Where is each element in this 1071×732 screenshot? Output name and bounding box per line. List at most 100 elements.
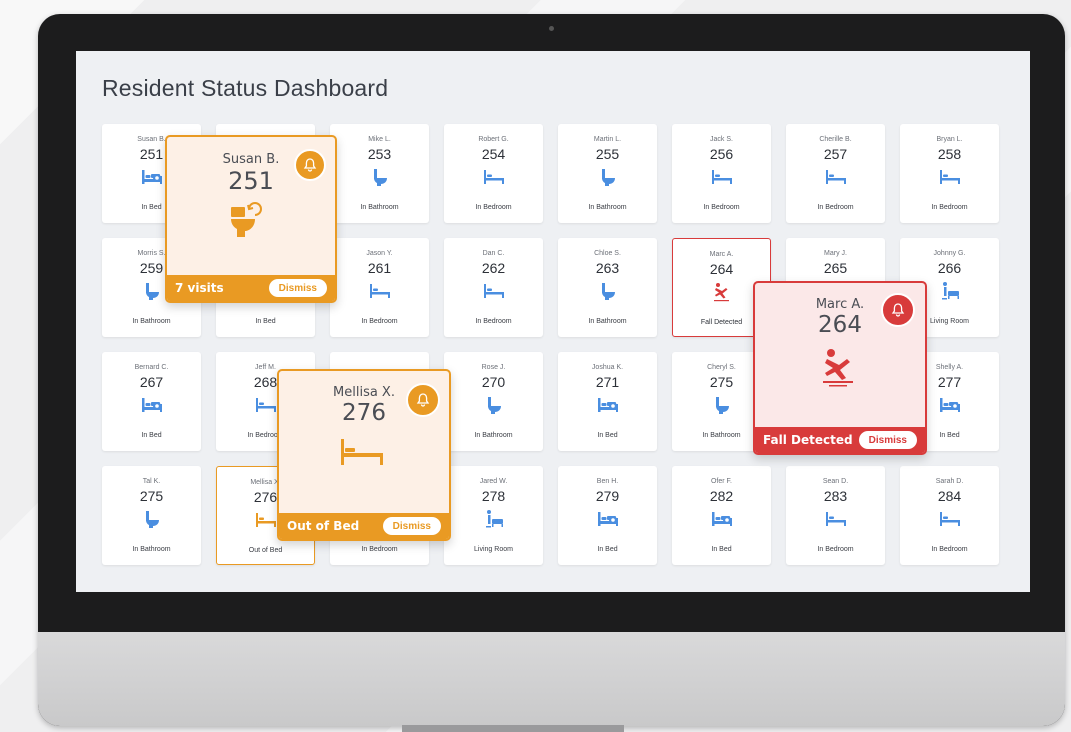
- status-label: In Bedroom: [361, 546, 398, 553]
- status-label: In Bedroom: [931, 204, 968, 211]
- status-label: In Bathroom: [588, 204, 627, 211]
- resident-name: Jared W.: [479, 478, 508, 485]
- alert-popup-mellisa[interactable]: Mellisa X. 276 Out of Bed Dismiss: [277, 369, 451, 541]
- bedroom-icon: [444, 167, 543, 187]
- bell-icon[interactable]: [406, 383, 440, 417]
- monitor-stand: [402, 725, 624, 732]
- resident-card[interactable]: Sean D. 283 In Bedroom: [786, 466, 885, 565]
- resident-card[interactable]: Ben H. 279 In Bed: [558, 466, 657, 565]
- room-number: 282: [709, 488, 734, 504]
- status-label: In Bathroom: [474, 432, 513, 439]
- dismiss-button[interactable]: Dismiss: [268, 279, 327, 297]
- resident-name: Johnny G.: [933, 250, 966, 257]
- resident-card[interactable]: Jason Y. 261 In Bedroom: [330, 238, 429, 337]
- status-label: In Bathroom: [588, 318, 627, 325]
- resident-card[interactable]: Chloe S. 263 In Bathroom: [558, 238, 657, 337]
- popup-footer: Fall Detected Dismiss: [755, 427, 925, 453]
- resident-card[interactable]: Rose J. 270 In Bathroom: [444, 352, 543, 451]
- room-number: 279: [595, 488, 620, 504]
- resident-card[interactable]: Bernard C. 267 In Bed: [102, 352, 201, 451]
- status-label: In Bedroom: [931, 546, 968, 553]
- camera-dot: [549, 26, 554, 31]
- resident-name: Bryan L.: [936, 136, 963, 143]
- resident-name: Rose J.: [481, 364, 506, 371]
- resident-name: Sean D.: [822, 478, 849, 485]
- screen: Resident Status Dashboard Susan B. 251 In …: [76, 51, 1030, 592]
- living-room-icon: [444, 509, 543, 529]
- resident-card[interactable]: Jared W. 278 Living Room: [444, 466, 543, 565]
- resident-name: Tal K.: [142, 478, 161, 485]
- bell-icon[interactable]: [294, 149, 326, 181]
- bed-icon: [558, 395, 657, 415]
- room-number: 256: [709, 146, 734, 162]
- room-number: 258: [937, 146, 962, 162]
- resident-card[interactable]: Mike L. 253 In Bathroom: [330, 124, 429, 223]
- room-number: 265: [823, 260, 848, 276]
- room-number: 284: [937, 488, 962, 504]
- status-label: In Bed: [255, 318, 276, 325]
- resident-name: Jack S.: [710, 136, 733, 143]
- resident-name: Sarah D.: [935, 478, 964, 485]
- resident-card[interactable]: Robert G. 254 In Bedroom: [444, 124, 543, 223]
- bedroom-icon: [444, 281, 543, 301]
- room-number: 257: [823, 146, 848, 162]
- resident-card[interactable]: Bryan L. 258 In Bedroom: [900, 124, 999, 223]
- resident-card[interactable]: Cherille B. 257 In Bedroom: [786, 124, 885, 223]
- resident-name: Cherille B.: [819, 136, 852, 143]
- status-label: In Bedroom: [703, 204, 740, 211]
- bedroom-icon: [786, 509, 885, 529]
- room-number: 271: [595, 374, 620, 390]
- status-label: In Bed: [597, 432, 618, 439]
- bell-icon[interactable]: [881, 293, 915, 327]
- resident-card[interactable]: Ofer F. 282 In Bed: [672, 466, 771, 565]
- status-label: In Bed: [711, 546, 732, 553]
- room-number: 264: [709, 261, 734, 277]
- status-label: In Bathroom: [132, 546, 171, 553]
- popup-footer: Out of Bed Dismiss: [279, 513, 449, 539]
- status-label: Out of Bed: [248, 547, 283, 554]
- resident-name: Chloe S.: [594, 250, 621, 257]
- bedroom-icon: [672, 167, 771, 187]
- status-label: In Bed: [141, 432, 162, 439]
- toilet-icon: [558, 167, 657, 187]
- room-number: 255: [595, 146, 620, 162]
- resident-card[interactable]: Jack S. 256 In Bedroom: [672, 124, 771, 223]
- room-number: 278: [481, 488, 506, 504]
- room-number: 267: [139, 374, 164, 390]
- toilet-icon: [330, 167, 429, 187]
- resident-name: Dan C.: [482, 250, 505, 257]
- dismiss-button[interactable]: Dismiss: [858, 431, 917, 449]
- bed-icon: [558, 509, 657, 529]
- bed-icon: [672, 509, 771, 529]
- resident-card[interactable]: Dan C. 262 In Bedroom: [444, 238, 543, 337]
- resident-name: Jason Y.: [366, 250, 393, 257]
- visits-count: 7 visits: [175, 281, 224, 295]
- dismiss-button[interactable]: Dismiss: [382, 517, 441, 535]
- resident-card[interactable]: Martin L. 255 In Bathroom: [558, 124, 657, 223]
- resident-name: Robert G.: [478, 136, 509, 143]
- resident-name: Joshua K.: [591, 364, 624, 371]
- resident-card[interactable]: Tal K. 275 In Bathroom: [102, 466, 201, 565]
- popup-footer: 7 visits Dismiss: [167, 275, 335, 301]
- toilet-icon: [102, 509, 201, 529]
- resident-card[interactable]: Joshua K. 271 In Bed: [558, 352, 657, 451]
- alert-popup-marc[interactable]: Marc A. 264 Fall Detected Dismiss: [753, 281, 927, 455]
- status-label: In Bathroom: [132, 318, 171, 325]
- toilet-return-icon: [227, 199, 267, 243]
- status-label: In Bed: [597, 546, 618, 553]
- resident-name: Marc A.: [709, 251, 734, 258]
- alert-popup-susan[interactable]: Susan B. 251 7 visits Dismiss: [165, 135, 337, 303]
- bedroom-icon: [900, 509, 999, 529]
- toilet-icon: [444, 395, 543, 415]
- room-number: 253: [367, 146, 392, 162]
- resident-name: Bernard C.: [134, 364, 169, 371]
- room-number: 262: [481, 260, 506, 276]
- resident-card[interactable]: Sarah D. 284 In Bedroom: [900, 466, 999, 565]
- room-number: 266: [937, 260, 962, 276]
- room-number: 254: [481, 146, 506, 162]
- fall-icon: [817, 347, 859, 387]
- out-of-bed-label: Out of Bed: [287, 519, 360, 533]
- status-label: In Bedroom: [475, 204, 512, 211]
- bed-icon: [102, 395, 201, 415]
- monitor-chin: [38, 632, 1065, 726]
